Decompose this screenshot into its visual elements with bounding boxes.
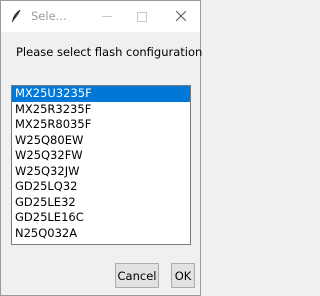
close-button[interactable] (165, 1, 196, 32)
cancel-button[interactable]: Cancel (115, 263, 159, 288)
list-item[interactable]: W25Q80EW (12, 133, 190, 149)
close-icon (175, 10, 186, 24)
list-item[interactable]: N25Q032A (12, 226, 190, 242)
ok-button[interactable]: OK (171, 263, 195, 288)
list-item[interactable]: GD25LQ32 (12, 179, 190, 195)
window-title: Sele... (31, 9, 67, 23)
feather-icon (10, 9, 22, 23)
list-item[interactable]: MX25R8035F (12, 117, 190, 133)
maximize-icon (136, 11, 147, 22)
flash-config-listbox[interactable]: MX25U3235F MX25R3235F MX25R8035F W25Q80E… (11, 85, 191, 245)
minimize-icon (101, 16, 112, 17)
maximize-button[interactable] (126, 1, 157, 32)
list-item[interactable]: GD25LE32 (12, 195, 190, 211)
minimize-button[interactable] (91, 1, 122, 32)
title-bar[interactable]: Sele... (1, 1, 200, 32)
dialog-window: Sele... Please select flash configuratio… (0, 0, 203, 296)
list-item[interactable]: W25Q32JW (12, 164, 190, 180)
list-item[interactable]: MX25U3235F (12, 86, 190, 102)
dialog-prompt: Please select flash configuration (16, 45, 203, 59)
list-item[interactable]: W25Q32FW (12, 148, 190, 164)
list-item[interactable]: GD25LE16C (12, 210, 190, 226)
list-item[interactable]: MX25R3235F (12, 102, 190, 118)
